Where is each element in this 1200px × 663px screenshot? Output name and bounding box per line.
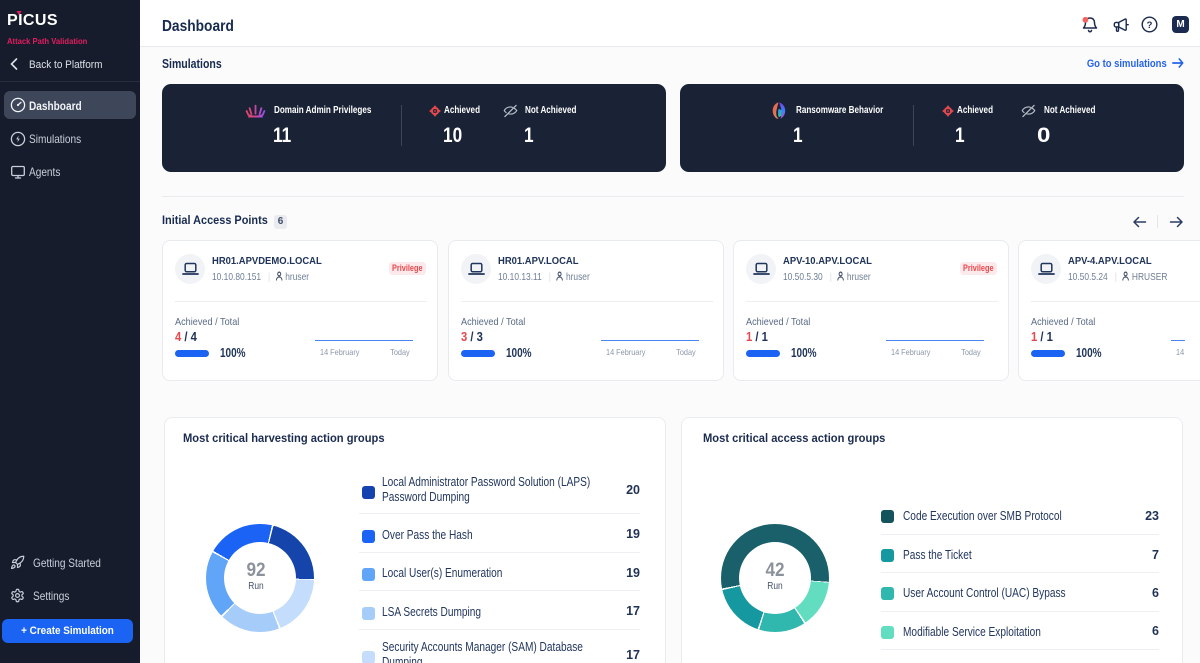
- svg-text:?: ?: [1147, 20, 1153, 31]
